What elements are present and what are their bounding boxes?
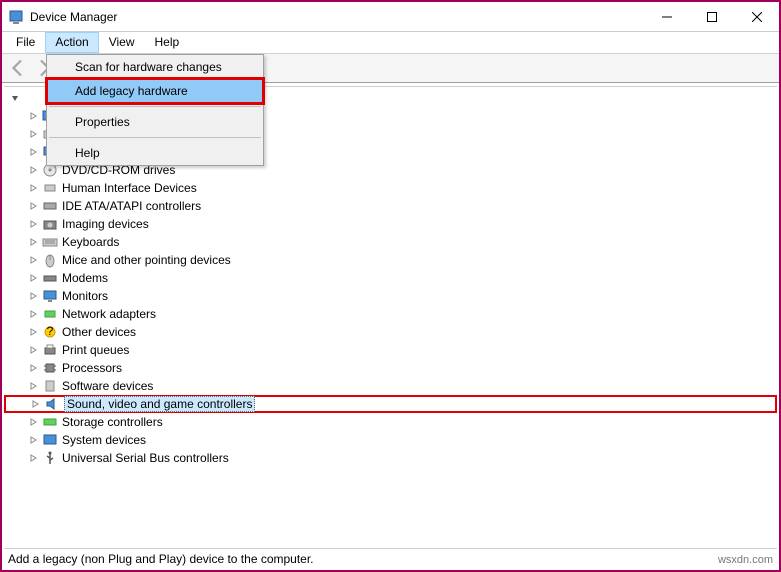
action-menu: Scan for hardware changes Add legacy har…	[46, 54, 264, 166]
tree-label: Keyboards	[62, 235, 119, 249]
tree-label: Universal Serial Bus controllers	[62, 451, 229, 465]
expand-icon[interactable]	[26, 415, 40, 429]
tree-item-storage[interactable]: Storage controllers	[4, 413, 777, 431]
tree-item-other[interactable]: ? Other devices	[4, 323, 777, 341]
status-text: Add a legacy (non Plug and Play) device …	[8, 552, 314, 566]
expand-icon[interactable]	[26, 289, 40, 303]
tree-item-processors[interactable]: Processors	[4, 359, 777, 377]
tree-item-monitors[interactable]: Monitors	[4, 287, 777, 305]
expand-icon[interactable]	[26, 433, 40, 447]
hid-icon	[42, 180, 58, 196]
network-icon	[42, 306, 58, 322]
tree-label: Software devices	[62, 379, 153, 393]
menu-scan-hardware[interactable]: Scan for hardware changes	[47, 55, 263, 79]
expand-icon[interactable]	[26, 163, 40, 177]
other-icon: ?	[42, 324, 58, 340]
ide-icon	[42, 198, 58, 214]
expand-icon[interactable]	[26, 343, 40, 357]
expand-icon[interactable]	[26, 199, 40, 213]
maximize-button[interactable]	[689, 2, 734, 31]
storage-icon	[42, 414, 58, 430]
tree-item-ide[interactable]: IDE ATA/ATAPI controllers	[4, 197, 777, 215]
tree-item-keyboards[interactable]: Keyboards	[4, 233, 777, 251]
system-icon	[42, 432, 58, 448]
printer-icon	[42, 342, 58, 358]
expand-icon[interactable]	[26, 451, 40, 465]
tree-label: IDE ATA/ATAPI controllers	[62, 199, 201, 213]
tree-label: Network adapters	[62, 307, 156, 321]
menu-file[interactable]: File	[6, 32, 45, 53]
tree-label: Imaging devices	[62, 217, 149, 231]
speaker-icon	[44, 396, 60, 412]
expand-icon[interactable]	[26, 181, 40, 195]
window-title: Device Manager	[30, 10, 644, 24]
expand-icon[interactable]	[26, 109, 40, 123]
menu-action[interactable]: Action	[45, 32, 98, 53]
expand-icon[interactable]	[26, 307, 40, 321]
expand-icon[interactable]	[26, 235, 40, 249]
camera-icon	[42, 216, 58, 232]
tree-label: System devices	[62, 433, 146, 447]
tree-item-system[interactable]: System devices	[4, 431, 777, 449]
expand-icon[interactable]	[26, 253, 40, 267]
software-icon	[42, 378, 58, 394]
tree-label: Human Interface Devices	[62, 181, 197, 195]
tree-label: Modems	[62, 271, 108, 285]
tree-item-software[interactable]: Software devices	[4, 377, 777, 395]
tree-label: Mice and other pointing devices	[62, 253, 231, 267]
minimize-button[interactable]	[644, 2, 689, 31]
expand-icon[interactable]	[26, 361, 40, 375]
expand-icon[interactable]	[26, 379, 40, 393]
app-icon	[8, 9, 24, 25]
menu-properties[interactable]: Properties	[47, 110, 263, 134]
usb-icon	[42, 450, 58, 466]
expand-icon[interactable]	[26, 127, 40, 141]
menu-separator	[49, 137, 261, 138]
close-button[interactable]	[734, 2, 779, 31]
tree-label: Monitors	[62, 289, 108, 303]
svg-text:?: ?	[47, 324, 54, 338]
keyboard-icon	[42, 234, 58, 250]
menu-help[interactable]: Help	[47, 141, 263, 165]
tree-item-hid[interactable]: Human Interface Devices	[4, 179, 777, 197]
expand-icon[interactable]	[26, 145, 40, 159]
tree-item-sound[interactable]: Sound, video and game controllers	[4, 395, 777, 413]
menu-bar: File Action View Help	[2, 32, 779, 54]
tree-item-network[interactable]: Network adapters	[4, 305, 777, 323]
menu-help[interactable]: Help	[145, 32, 190, 53]
collapse-icon[interactable]	[8, 91, 22, 105]
tree-label: Storage controllers	[62, 415, 163, 429]
monitor-icon	[42, 288, 58, 304]
back-button[interactable]	[6, 56, 30, 80]
menu-add-legacy-hardware[interactable]: Add legacy hardware	[47, 79, 263, 103]
tree-item-imaging[interactable]: Imaging devices	[4, 215, 777, 233]
status-bar: Add a legacy (non Plug and Play) device …	[4, 548, 777, 568]
tree-item-print[interactable]: Print queues	[4, 341, 777, 359]
tree-item-usb[interactable]: Universal Serial Bus controllers	[4, 449, 777, 467]
cpu-icon	[42, 360, 58, 376]
expand-icon[interactable]	[26, 217, 40, 231]
tree-label: Processors	[62, 361, 122, 375]
expand-icon[interactable]	[28, 397, 42, 411]
tree-item-mice[interactable]: Mice and other pointing devices	[4, 251, 777, 269]
menu-separator	[49, 106, 261, 107]
menu-view[interactable]: View	[99, 32, 145, 53]
modem-icon	[42, 270, 58, 286]
expand-icon[interactable]	[26, 271, 40, 285]
tree-label: Other devices	[62, 325, 136, 339]
mouse-icon	[42, 252, 58, 268]
tree-item-modems[interactable]: Modems	[4, 269, 777, 287]
tree-label: Sound, video and game controllers	[64, 396, 255, 412]
window-controls	[644, 2, 779, 31]
title-bar: Device Manager	[2, 2, 779, 32]
tree-label: Print queues	[62, 343, 129, 357]
watermark: wsxdn.com	[718, 554, 773, 566]
expand-icon[interactable]	[26, 325, 40, 339]
